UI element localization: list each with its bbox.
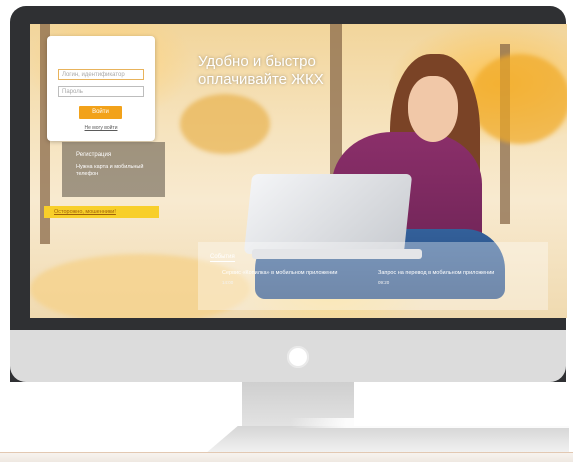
login-card: Логин, идентификатор Пароль Войти Не мог… — [47, 36, 155, 141]
foliage — [470, 54, 567, 144]
event-item[interactable]: Сервис «Копилка» в мобильном приложении … — [222, 270, 342, 285]
hero-headline: Удобно и быстро оплачивайте ЖКХ — [198, 53, 324, 88]
fraud-warning-link[interactable]: Осторожно, мошенники! — [44, 206, 159, 218]
registration-text: Нужна карта и мобильный телефон — [76, 164, 144, 177]
login-input[interactable]: Логин, идентификатор — [58, 69, 144, 80]
event-time: 09:20 — [378, 280, 390, 285]
forgot-login-link[interactable]: Не могу войти — [47, 125, 155, 131]
registration-panel[interactable]: Регистрация Нужна карта и мобильный теле… — [62, 142, 165, 197]
power-button-icon — [287, 346, 309, 368]
login-button[interactable]: Войти — [79, 106, 122, 119]
foliage — [180, 94, 270, 154]
screen: Логин, идентификатор Пароль Войти Не мог… — [30, 24, 567, 318]
woman-face — [408, 76, 458, 142]
events-panel: События Сервис «Копилка» в мобильном при… — [198, 242, 548, 310]
password-input[interactable]: Пароль — [58, 86, 144, 97]
event-time: 14:00 — [222, 280, 234, 285]
stand-reflection — [290, 418, 573, 428]
events-title[interactable]: События — [210, 254, 235, 262]
event-text: Запрос на перевод в мобильном приложении — [378, 270, 495, 276]
monitor-stand-base — [205, 426, 569, 454]
event-item[interactable]: Запрос на перевод в мобильном приложении… — [378, 270, 498, 285]
registration-title[interactable]: Регистрация — [76, 152, 111, 158]
event-text: Сервис «Копилка» в мобильном приложении — [222, 270, 338, 276]
